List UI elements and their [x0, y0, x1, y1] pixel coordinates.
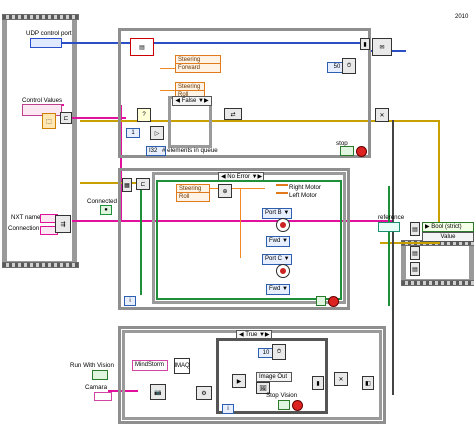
camera-control[interactable]	[94, 392, 112, 401]
vision-iteration-terminal: i	[222, 404, 234, 414]
port-b-selector[interactable]: Port B ▼	[262, 208, 292, 219]
direction-c-label: Fwd	[269, 286, 281, 292]
camera-label: Camara	[85, 384, 108, 391]
stop-control[interactable]	[340, 146, 354, 156]
direction-b-label: Fwd	[269, 238, 281, 244]
left-motor-terminal	[276, 192, 288, 194]
camera-open-icon: 📷	[150, 384, 166, 400]
motor-b-led-icon	[280, 222, 286, 228]
imaq-create-icon: IMAQ	[174, 358, 190, 374]
value-property[interactable]: Value	[422, 232, 474, 242]
connected-indicator[interactable]: ●	[100, 205, 112, 215]
property-node-icon-2: ▤	[410, 246, 420, 260]
release-queue-icon: ✕	[375, 108, 389, 122]
middle-stop-icon[interactable]	[328, 296, 339, 307]
queue-dequeue-icon: ⊏	[136, 178, 150, 190]
middle-iteration-terminal: i	[124, 296, 136, 306]
right-sequence-film-bottom	[401, 280, 474, 286]
left-sequence-film-top	[2, 14, 79, 20]
index-constant[interactable]: 1	[126, 128, 140, 138]
year-label: 2010	[455, 14, 469, 20]
port-c-label: Port C	[265, 256, 283, 262]
mindstorm-constant: MindStorm	[132, 360, 168, 371]
dispose-image-icon: ✕	[334, 372, 348, 386]
run-with-vision-label: Run With Vision	[70, 362, 114, 369]
middle-stop-terminal[interactable]	[316, 296, 326, 306]
property-node-icon: ▤	[410, 222, 420, 236]
nxt-connect-icon: ⇶	[55, 215, 71, 233]
reference-control[interactable]	[378, 222, 400, 232]
close-camera-icon: ▮	[312, 376, 324, 390]
vision-wait-icon: ⏱	[272, 344, 286, 360]
udp-read-icon: ▤	[130, 38, 154, 56]
unbundle-forward: Forward	[175, 63, 221, 73]
motor-c-icon	[276, 264, 290, 278]
udp-port-control[interactable]	[30, 38, 62, 48]
elements-in-queue-label: # elements in queue	[162, 147, 218, 154]
top-case-label: False	[181, 98, 197, 104]
grab-icon: ▶	[232, 374, 246, 388]
bool-strict-label: Bool (strict)	[431, 224, 462, 230]
image-out-indicator: Image Out	[256, 372, 292, 382]
top-case-selector[interactable]: ◀ False ▼▶	[172, 96, 212, 106]
right-motor-terminal	[276, 184, 288, 186]
cluster-constant-icon: ⬚	[42, 113, 56, 129]
bool-strict-property[interactable]: ▶ Bool (strict)	[422, 222, 474, 232]
nxt-name-label: NXT name	[11, 214, 41, 221]
motor-c-led-icon	[280, 268, 286, 274]
middle-unbundle-roll: Roll	[176, 192, 210, 202]
drive-calc-icon: ⊕	[218, 184, 232, 198]
udp-port-label: UDP control port	[26, 30, 72, 37]
direction-c-selector[interactable]: Fwd ▼	[266, 284, 290, 295]
control-values-label: Control Values	[22, 97, 63, 104]
right-motor-label: Right Motor	[289, 184, 321, 191]
green-wire-right	[388, 186, 390, 306]
connection-label: Connection	[8, 225, 40, 232]
motor-b-icon	[276, 218, 290, 232]
greater-than-icon: ▷	[150, 126, 164, 140]
stop-vision-button[interactable]	[292, 400, 303, 411]
udp-close-icon: ✉	[372, 38, 392, 56]
shift-register-icon: ▦	[122, 178, 132, 192]
stop-button-icon[interactable]	[356, 146, 367, 157]
labview-block-diagram: { "year_label": "2010", "controls": { "u…	[0, 0, 474, 430]
direction-b-selector[interactable]: Fwd ▼	[266, 236, 290, 247]
queue-ref-icon: ⊏	[60, 112, 72, 124]
reference-label: reference	[378, 214, 405, 221]
enqueue-icon: ⇄	[224, 108, 242, 120]
camera-config-icon: ⚙	[196, 386, 212, 400]
dequeue-icon: ?	[137, 108, 151, 122]
connected-label: Connected	[87, 198, 117, 205]
run-with-vision-control[interactable]	[92, 370, 108, 380]
property-node-icon-3: ▤	[410, 262, 420, 276]
imaq-label: IMAQ	[174, 363, 190, 369]
stop-vision-label: Stop Vision	[266, 392, 298, 399]
left-motor-label: Left Motor	[289, 192, 317, 199]
udp-wire	[62, 42, 122, 44]
wait-timer-icon: ⏱	[342, 58, 356, 74]
left-sequence-film-bottom	[2, 262, 79, 268]
error-out-icon: ◧	[362, 376, 374, 390]
udp-shift-icon: ▮	[360, 38, 370, 50]
port-b-label: Port B	[265, 210, 282, 216]
stop-vision-control[interactable]	[278, 400, 290, 410]
port-c-selector[interactable]: Port C ▼	[262, 254, 292, 265]
right-vertical-wire	[392, 120, 394, 395]
